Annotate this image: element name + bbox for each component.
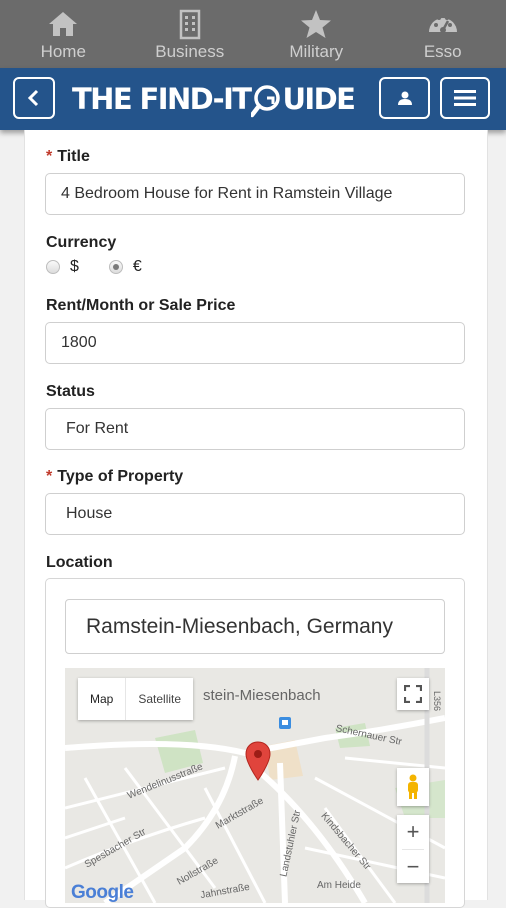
zoom-in-button[interactable]: +: [407, 815, 420, 849]
pegman-icon: [406, 774, 420, 800]
currency-euro-label: €: [133, 258, 142, 276]
tab-home-label: Home: [41, 42, 86, 62]
title-input[interactable]: 4 Bedroom House for Rent in Ramstein Vil…: [45, 173, 465, 215]
top-nav: Home Business Military Esso: [0, 0, 506, 68]
zoom-control: + −: [397, 815, 429, 883]
currency-dollar-label: $: [70, 258, 79, 276]
tab-esso-label: Esso: [424, 42, 462, 62]
user-button[interactable]: [379, 77, 430, 119]
required-mark: *: [46, 148, 52, 165]
tab-business[interactable]: Business: [127, 0, 254, 68]
price-label: Rent/Month or Sale Price: [46, 297, 235, 315]
title-label: * Title: [46, 148, 90, 166]
location-label: Location: [46, 554, 113, 572]
location-input[interactable]: Ramstein-Miesenbach, Germany: [65, 599, 445, 654]
app-header: THE FIND-IT UIDE: [0, 68, 506, 130]
chevron-left-icon: [26, 89, 42, 107]
street-view-button[interactable]: [397, 768, 429, 806]
tab-esso[interactable]: Esso: [380, 0, 506, 68]
gauge-icon: [426, 8, 460, 40]
status-select[interactable]: For Rent: [45, 408, 465, 450]
map-type-control: Map Satellite: [78, 678, 193, 720]
building-icon: [173, 8, 207, 40]
hamburger-icon: [454, 89, 476, 107]
tab-military[interactable]: Military: [253, 0, 380, 68]
listing-form: * Title 4 Bedroom House for Rent in Ramst…: [24, 130, 488, 900]
home-icon: [46, 8, 80, 40]
star-icon: [299, 8, 333, 40]
price-input[interactable]: 1800: [45, 322, 465, 364]
map-type-map-button[interactable]: Map: [78, 678, 125, 720]
property-type-label-text: Type of Property: [57, 468, 183, 485]
map-type-satellite-button[interactable]: Satellite: [125, 678, 193, 720]
property-type-label: * Type of Property: [46, 468, 183, 486]
magnifier-icon: [251, 84, 281, 114]
tab-military-label: Military: [289, 42, 343, 62]
map-town-label: stein-Miesenbach: [203, 687, 321, 704]
currency-radio-group: $ €: [46, 258, 142, 276]
find-it-guide-logo[interactable]: THE FIND-IT UIDE: [72, 79, 354, 119]
property-type-select[interactable]: House: [45, 493, 465, 535]
status-label: Status: [46, 383, 95, 401]
menu-button[interactable]: [440, 77, 490, 119]
map-marker-icon[interactable]: [245, 741, 271, 781]
currency-dollar-radio[interactable]: [46, 260, 60, 274]
logo-text-part1: THE FIND-IT: [72, 82, 250, 116]
map-street-label: Am Heide: [317, 880, 361, 891]
zoom-out-button[interactable]: −: [407, 850, 420, 883]
fullscreen-icon: [404, 685, 422, 703]
back-button[interactable]: [13, 77, 55, 119]
transit-icon: [278, 716, 292, 732]
currency-label: Currency: [46, 234, 116, 252]
logo-text-part2: UIDE: [282, 82, 354, 116]
user-icon: [397, 90, 413, 106]
map-road-code: L356: [432, 691, 442, 711]
location-map[interactable]: Map Satellite stein-Miesenbach L356 Sche…: [65, 668, 445, 903]
tab-business-label: Business: [155, 42, 224, 62]
fullscreen-button[interactable]: [397, 678, 429, 710]
currency-euro-radio[interactable]: [109, 260, 123, 274]
title-label-text: Title: [57, 148, 90, 165]
location-panel: Ramstein-Miesenbach, Germany: [45, 578, 465, 908]
required-mark: *: [46, 468, 52, 485]
tab-home[interactable]: Home: [0, 0, 127, 68]
